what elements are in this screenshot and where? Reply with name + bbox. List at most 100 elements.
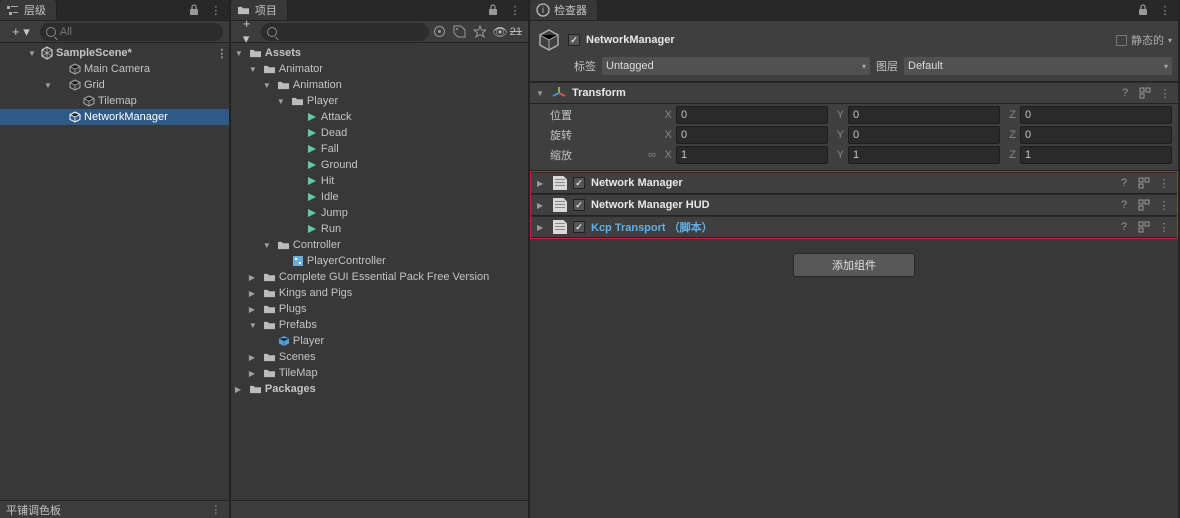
help-icon[interactable]: ? xyxy=(1117,176,1131,190)
component-menu-icon[interactable]: ⋮ xyxy=(1157,220,1171,234)
prefab-label: Player xyxy=(293,335,324,347)
scale-label: 缩放 ∞ xyxy=(536,147,656,163)
help-icon[interactable]: ? xyxy=(1118,86,1132,100)
hierarchy-search[interactable] xyxy=(40,23,223,41)
enabled-checkbox[interactable]: ✓ xyxy=(573,199,585,211)
folder-label: Kings and Pigs xyxy=(279,287,352,299)
hierarchy-scene-row[interactable]: ▼ SampleScene* ⋮ xyxy=(0,45,229,61)
anim-clip[interactable]: Dead xyxy=(231,125,528,141)
caret-right-icon: ▶ xyxy=(249,369,259,378)
inspector-tabs: i 检查器 ⋮ xyxy=(530,0,1178,21)
prefab-icon xyxy=(277,334,291,348)
position-z-input[interactable] xyxy=(1020,106,1172,124)
component-menu-icon[interactable]: ⋮ xyxy=(1157,176,1171,190)
rotation-y-input[interactable] xyxy=(848,126,1000,144)
project-tab[interactable]: 项目 xyxy=(231,0,288,20)
component-header[interactable]: ▶ ✓ Network Manager HUD ? ⋮ xyxy=(531,194,1177,216)
hidden-count[interactable]: 👁 21 xyxy=(493,25,522,39)
hierarchy-add-button[interactable]: + ▾ xyxy=(6,23,36,41)
folder-plugs[interactable]: ▶ Plugs xyxy=(231,301,528,317)
folder-gui-pack[interactable]: ▶ Complete GUI Essential Pack Free Versi… xyxy=(231,269,528,285)
project-footer xyxy=(231,500,528,518)
help-icon[interactable]: ? xyxy=(1117,220,1131,234)
folder-packages[interactable]: ▶ Packages xyxy=(231,381,528,397)
filter-by-label-icon[interactable] xyxy=(453,25,467,39)
prefab-item[interactable]: Player xyxy=(231,333,528,349)
hierarchy-item[interactable]: ▼ Grid xyxy=(0,77,229,93)
caret-down-icon: ▼ xyxy=(249,65,259,74)
anim-clip[interactable]: Ground xyxy=(231,157,528,173)
preset-icon[interactable] xyxy=(1137,220,1151,234)
preset-icon[interactable] xyxy=(1137,176,1151,190)
folder-icon xyxy=(249,46,263,60)
filter-by-type-icon[interactable] xyxy=(433,25,447,39)
scale-x-input[interactable] xyxy=(676,146,828,164)
folder-player[interactable]: ▼ Player xyxy=(231,93,528,109)
position-x-input[interactable] xyxy=(676,106,828,124)
hierarchy-lock-icon[interactable] xyxy=(187,3,201,17)
anim-clip[interactable]: Fall xyxy=(231,141,528,157)
folder-icon xyxy=(263,366,277,380)
scale-z-input[interactable] xyxy=(1020,146,1172,164)
hierarchy-toolbar: + ▾ xyxy=(0,21,229,43)
project-search[interactable] xyxy=(261,23,429,41)
component-header[interactable]: ▶ ✓ Network Manager ? ⋮ xyxy=(531,172,1177,194)
enabled-checkbox[interactable]: ✓ xyxy=(573,177,585,189)
preset-icon[interactable] xyxy=(1137,198,1151,212)
controller-asset[interactable]: PlayerController xyxy=(231,253,528,269)
save-search-icon[interactable] xyxy=(473,25,487,39)
inspector-tab[interactable]: i 检查器 xyxy=(530,0,598,20)
anim-clip[interactable]: Jump xyxy=(231,205,528,221)
scene-menu-button[interactable]: ⋮ xyxy=(215,47,229,60)
scale-y-input[interactable] xyxy=(848,146,1000,164)
tag-dropdown[interactable]: Untagged xyxy=(602,57,870,75)
folder-scenes[interactable]: ▶ Scenes xyxy=(231,349,528,365)
anim-clip[interactable]: Attack xyxy=(231,109,528,125)
footer-menu-icon[interactable]: ⋮ xyxy=(209,503,223,517)
component-menu-icon[interactable]: ⋮ xyxy=(1158,86,1172,100)
component-menu-icon[interactable]: ⋮ xyxy=(1157,198,1171,212)
position-y-input[interactable] xyxy=(848,106,1000,124)
project-menu-icon[interactable]: ⋮ xyxy=(508,3,522,17)
anim-clip[interactable]: Hit xyxy=(231,173,528,189)
transform-header[interactable]: ▼ Transform ? ⋮ xyxy=(530,82,1178,104)
hierarchy-search-input[interactable] xyxy=(60,26,217,38)
folder-label: Prefabs xyxy=(279,319,317,331)
rotation-z-input[interactable] xyxy=(1020,126,1172,144)
folder-prefabs[interactable]: ▼ Prefabs xyxy=(231,317,528,333)
folder-animation[interactable]: ▼ Animation xyxy=(231,77,528,93)
active-checkbox[interactable]: ✓ xyxy=(568,34,580,46)
folder-tilemap[interactable]: ▶ TileMap xyxy=(231,365,528,381)
anim-clip[interactable]: Idle xyxy=(231,189,528,205)
clip-label: Idle xyxy=(321,191,339,203)
folder-assets[interactable]: ▼ Assets xyxy=(231,45,528,61)
add-component-button[interactable]: 添加组件 xyxy=(793,253,915,277)
hierarchy-tab[interactable]: 层级 xyxy=(0,0,57,20)
preset-icon[interactable] xyxy=(1138,86,1152,100)
hierarchy-item-selected[interactable]: NetworkManager xyxy=(0,109,229,125)
y-label: Y xyxy=(832,149,844,161)
enabled-checkbox[interactable]: ✓ xyxy=(573,221,585,233)
anim-clip[interactable]: Run xyxy=(231,221,528,237)
help-icon[interactable]: ? xyxy=(1117,198,1131,212)
folder-animator[interactable]: ▼ Animator xyxy=(231,61,528,77)
component-header[interactable]: ▶ ✓ Kcp Transport （脚本） ? ⋮ xyxy=(531,216,1177,238)
inspector-menu-icon[interactable]: ⋮ xyxy=(1158,3,1172,17)
rotation-x-input[interactable] xyxy=(676,126,828,144)
project-add-button[interactable]: + ▾ xyxy=(237,23,257,41)
info-icon: i xyxy=(536,3,550,17)
caret-down-icon: ▼ xyxy=(28,49,38,58)
layer-dropdown[interactable]: Default xyxy=(904,57,1172,75)
inspector-body: ✓ NetworkManager 静态的 ▾ 标签 Untagged 图层 De… xyxy=(530,21,1178,518)
gameobject-name[interactable]: NetworkManager xyxy=(586,34,1110,46)
static-toggle[interactable]: 静态的 ▾ xyxy=(1116,32,1172,48)
folder-kings-pigs[interactable]: ▶ Kings and Pigs xyxy=(231,285,528,301)
hierarchy-item[interactable]: Main Camera xyxy=(0,61,229,77)
project-lock-icon[interactable] xyxy=(486,3,500,17)
project-search-input[interactable] xyxy=(281,26,423,38)
inspector-lock-icon[interactable] xyxy=(1136,3,1150,17)
hierarchy-menu-icon[interactable]: ⋮ xyxy=(209,3,223,17)
hierarchy-item[interactable]: Tilemap xyxy=(0,93,229,109)
folder-controller[interactable]: ▼ Controller xyxy=(231,237,528,253)
constrain-scale-icon[interactable]: ∞ xyxy=(648,149,656,161)
